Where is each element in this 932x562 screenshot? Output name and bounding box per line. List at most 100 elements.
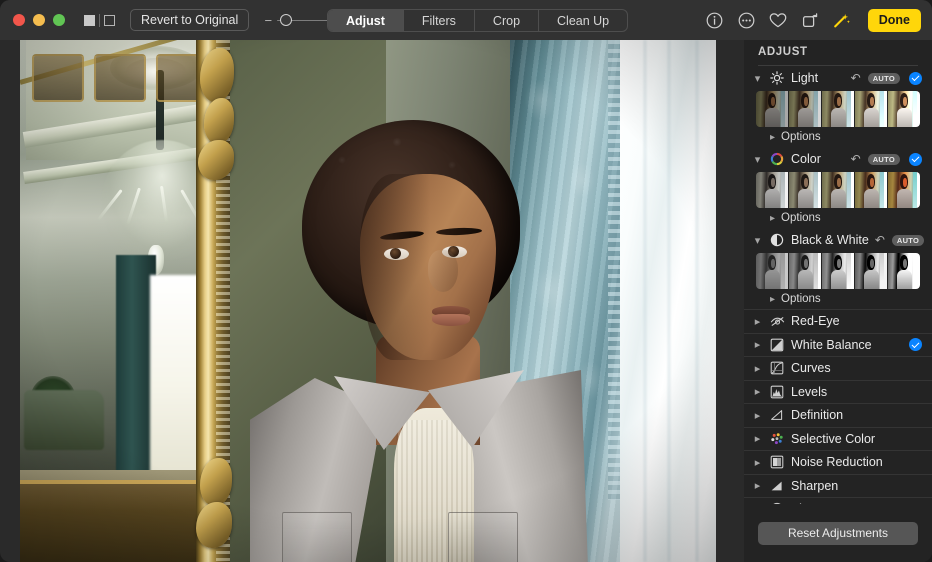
- filmstrip-thumb[interactable]: [756, 172, 788, 208]
- filmstrip-thumb[interactable]: [888, 91, 920, 127]
- reset-bw-icon[interactable]: ↶: [875, 233, 885, 247]
- sidebar-item-noise-reduction[interactable]: ▸ Noise Reduction: [744, 450, 932, 474]
- zoom-out-icon[interactable]: −: [262, 13, 274, 28]
- sidebar-item-curves-label: Curves: [791, 361, 922, 375]
- single-view-icon[interactable]: [84, 15, 95, 26]
- reset-color-icon[interactable]: ↶: [851, 152, 861, 166]
- revert-to-original-label: Revert to Original: [141, 13, 238, 27]
- disclosure-curves-icon[interactable]: ▸: [752, 362, 763, 375]
- white-balance-icon: [769, 337, 785, 353]
- color-options-row[interactable]: ▸ Options: [744, 208, 932, 228]
- sheer-fold: [668, 40, 670, 562]
- split-view-icon[interactable]: [104, 15, 115, 26]
- filmstrip-thumb[interactable]: [822, 172, 854, 208]
- auto-enhance-wand-icon[interactable]: [833, 11, 852, 30]
- disclosure-light-options-icon[interactable]: ▸: [770, 132, 775, 143]
- revert-to-original-button[interactable]: Revert to Original: [130, 9, 249, 31]
- face-shadow: [360, 174, 430, 360]
- disclosure-color-options-icon[interactable]: ▸: [770, 213, 775, 224]
- bw-options-row[interactable]: ▸ Options: [744, 289, 932, 309]
- group-black-and-white[interactable]: ▾ Black & White ↶ AUTO: [744, 228, 932, 252]
- more-options-icon[interactable]: [737, 11, 756, 30]
- disclosure-color-icon[interactable]: ▾: [752, 153, 763, 166]
- filmstrip-thumb[interactable]: [822, 253, 854, 289]
- close-window-button[interactable]: [13, 14, 25, 26]
- sidebar-item-red-eye[interactable]: ▸ Red-Eye: [744, 309, 932, 333]
- adjustments-list[interactable]: ▾ Light ↶ AUTO: [744, 66, 932, 528]
- filmstrip-thumb[interactable]: [855, 172, 887, 208]
- disclosure-noise-reduction-icon[interactable]: ▸: [752, 456, 763, 469]
- edited-photo: [20, 40, 716, 562]
- filmstrip-thumb[interactable]: [756, 253, 788, 289]
- zoom-window-button[interactable]: [53, 14, 65, 26]
- shirt-pocket-right: [448, 512, 518, 562]
- disclosure-definition-icon[interactable]: ▸: [752, 409, 763, 422]
- filmstrip-thumb[interactable]: [789, 172, 821, 208]
- rotate-icon[interactable]: [801, 11, 820, 30]
- zoom-slider-knob[interactable]: [280, 14, 292, 26]
- color-variations-filmstrip[interactable]: [756, 172, 920, 208]
- sidebar-item-levels[interactable]: ▸ Levels: [744, 380, 932, 404]
- sidebar-item-white-balance[interactable]: ▸ White Balance: [744, 333, 932, 357]
- curves-icon: [769, 360, 785, 376]
- disclosure-sharpen-icon[interactable]: ▸: [752, 479, 763, 492]
- sidebar-item-selective-color[interactable]: ▸ Selective Color: [744, 427, 932, 451]
- disclosure-bw-options-icon[interactable]: ▸: [770, 294, 775, 305]
- bw-variations-filmstrip[interactable]: [756, 253, 920, 289]
- commode-panel: [32, 54, 84, 102]
- iris-left: [390, 248, 401, 259]
- filmstrip-thumb[interactable]: [888, 253, 920, 289]
- group-color-label: Color: [791, 152, 845, 166]
- toggle-white-balance-checkbox[interactable]: [909, 338, 922, 351]
- reset-adjustments-button[interactable]: Reset Adjustments: [758, 522, 918, 545]
- photos-editor-window: Revert to Original − + Adjust Filters Cr…: [0, 0, 932, 562]
- filmstrip-thumb[interactable]: [756, 91, 788, 127]
- group-light-label: Light: [791, 71, 845, 85]
- disclosure-selective-color-icon[interactable]: ▸: [752, 432, 763, 445]
- edit-mode-tabs: Adjust Filters Crop Clean Up: [327, 9, 628, 32]
- sidebar-item-selective-color-label: Selective Color: [791, 432, 922, 446]
- sidebar-item-curves[interactable]: ▸ Curves: [744, 356, 932, 380]
- disclosure-white-balance-icon[interactable]: ▸: [752, 338, 763, 351]
- filmstrip-thumb[interactable]: [789, 253, 821, 289]
- view-mode-toggle[interactable]: [84, 14, 115, 27]
- auto-bw-badge[interactable]: AUTO: [892, 235, 924, 246]
- tab-clean-up[interactable]: Clean Up: [539, 10, 627, 31]
- filmstrip-thumb[interactable]: [855, 91, 887, 127]
- sidebar-item-sharpen-label: Sharpen: [791, 479, 922, 493]
- filmstrip-thumb[interactable]: [855, 253, 887, 289]
- filmstrip-thumb[interactable]: [888, 172, 920, 208]
- levels-icon: [769, 384, 785, 400]
- disclosure-levels-icon[interactable]: ▸: [752, 385, 763, 398]
- group-light[interactable]: ▾ Light ↶ AUTO: [744, 66, 932, 90]
- reset-light-icon[interactable]: ↶: [851, 71, 861, 85]
- disclosure-bw-icon[interactable]: ▾: [752, 234, 763, 247]
- group-color[interactable]: ▾ Color ↶ AUTO: [744, 147, 932, 171]
- minimize-window-button[interactable]: [33, 14, 45, 26]
- toolbar-right-actions: Done: [705, 0, 921, 40]
- tab-crop[interactable]: Crop: [475, 10, 539, 31]
- filmstrip-thumb[interactable]: [789, 91, 821, 127]
- gilded-commode: [20, 480, 210, 562]
- favorite-heart-icon[interactable]: [769, 11, 788, 30]
- lower-lip: [432, 314, 470, 326]
- toggle-color-checkbox[interactable]: [909, 153, 922, 166]
- color-wheel-icon: [769, 151, 785, 167]
- toggle-light-checkbox[interactable]: [909, 72, 922, 85]
- done-button[interactable]: Done: [868, 9, 921, 32]
- light-variations-filmstrip[interactable]: [756, 91, 920, 127]
- filmstrip-thumb[interactable]: [822, 91, 854, 127]
- auto-light-badge[interactable]: AUTO: [868, 73, 900, 84]
- sidebar-item-sharpen[interactable]: ▸ Sharpen: [744, 474, 932, 498]
- disclosure-light-icon[interactable]: ▾: [752, 72, 763, 85]
- tab-adjust[interactable]: Adjust: [328, 10, 404, 31]
- light-options-label: Options: [781, 131, 821, 143]
- sidebar-item-definition[interactable]: ▸ Definition: [744, 403, 932, 427]
- light-options-row[interactable]: ▸ Options: [744, 127, 932, 147]
- auto-color-badge[interactable]: AUTO: [868, 154, 900, 165]
- disclosure-red-eye-icon[interactable]: ▸: [752, 315, 763, 328]
- photo-canvas[interactable]: [20, 40, 716, 562]
- info-icon[interactable]: [705, 11, 724, 30]
- sheer-fold: [644, 40, 646, 562]
- tab-filters[interactable]: Filters: [404, 10, 475, 31]
